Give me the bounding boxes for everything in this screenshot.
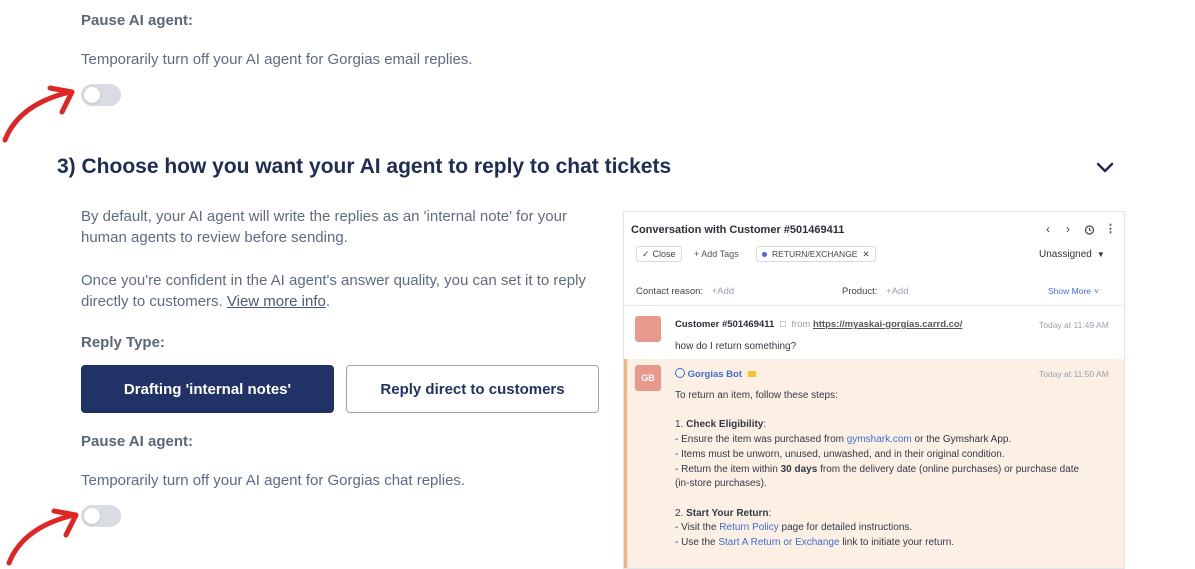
internal-note-accent — [624, 359, 627, 568]
note-icon — [747, 371, 756, 377]
tag-chip[interactable]: RETURN/EXCHANGE ✕ — [756, 246, 876, 262]
chevron-left-icon[interactable]: ‹ — [1046, 222, 1050, 236]
bot-message-text: To return an item, follow these steps: 1… — [675, 390, 1080, 548]
snooze-clock-icon[interactable] — [1084, 224, 1095, 235]
gymshark-link[interactable]: gymshark.com — [847, 434, 912, 445]
bot-message-time: Today at 11:50 AM — [1039, 369, 1109, 379]
user-circle-icon — [675, 368, 685, 378]
chat-pause-toggle[interactable] — [81, 505, 121, 527]
source-url-link[interactable]: https://myaskai-gorgias.carrd.co/ — [813, 319, 962, 330]
email-pause-toggle[interactable] — [81, 84, 121, 106]
chevron-down-icon[interactable] — [1096, 161, 1114, 175]
bot-message-header: Gorgias Bot — [675, 368, 756, 380]
annotation-arrow-icon — [2, 85, 75, 143]
start-return-link[interactable]: Start A Return or Exchange — [718, 537, 839, 548]
chat-pause-label: Pause AI agent: — [81, 433, 193, 450]
conversation-title: Conversation with Customer #501469411 — [631, 224, 845, 236]
bot-avatar: GB — [635, 365, 661, 391]
divider — [624, 305, 1124, 306]
return-policy-link[interactable]: Return Policy — [719, 522, 778, 533]
contact-reason-field[interactable]: Contact reason: +Add — [636, 286, 734, 297]
conversation-preview: Conversation with Customer #501469411 ‹ … — [623, 211, 1125, 569]
drafting-internal-notes-button[interactable]: Drafting 'internal notes' — [81, 365, 334, 413]
assignee-dropdown[interactable]: Unassigned ▼ — [1039, 249, 1105, 260]
reply-direct-button[interactable]: Reply direct to customers — [346, 365, 599, 413]
chevron-right-icon[interactable]: › — [1066, 222, 1070, 236]
customer-message-time: Today at 11:49 AM — [1039, 320, 1109, 330]
reply-type-label: Reply Type: — [81, 334, 165, 351]
chat-bubble-icon: □ — [779, 319, 786, 330]
toggle-knob — [84, 508, 100, 524]
close-ticket-button[interactable]: ✓ Close — [636, 246, 682, 262]
chat-default-description: By default, your AI agent will write the… — [81, 208, 567, 246]
chat-section-title: 3) Choose how you want your AI agent to … — [57, 155, 672, 178]
customer-avatar — [635, 316, 661, 342]
show-more-link[interactable]: Show More ˅ — [1048, 286, 1099, 296]
chevron-down-icon: ˅ — [1094, 286, 1099, 296]
view-more-info-link[interactable]: View more info — [227, 293, 326, 310]
email-pause-description: Temporarily turn off your AI agent for G… — [81, 51, 473, 68]
add-tags-button[interactable]: + Add Tags — [694, 249, 739, 259]
email-pause-label: Pause AI agent: — [81, 12, 193, 29]
customer-message-header: Customer #501469411 □ from https://myask… — [675, 319, 963, 330]
product-field[interactable]: Product: +Add — [842, 286, 908, 297]
remove-tag-icon[interactable]: ✕ — [862, 249, 869, 260]
caret-down-icon: ▼ — [1096, 250, 1105, 259]
toggle-knob — [84, 87, 100, 103]
chat-pause-description: Temporarily turn off your AI agent for G… — [81, 472, 466, 489]
more-options-icon[interactable]: ⋮ — [1105, 222, 1116, 235]
check-icon: ✓ — [642, 248, 650, 259]
tag-dot-icon — [762, 251, 767, 257]
annotation-arrow-icon — [6, 508, 79, 566]
customer-message-text: how do I return something? — [675, 341, 797, 352]
chat-confidence-description: Once you're confident in the AI agent's … — [81, 272, 586, 310]
